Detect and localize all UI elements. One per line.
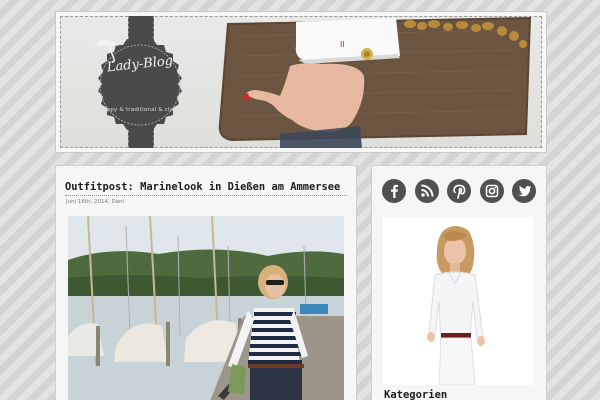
- post-meta: Juni 16th, 2014, Dani: [66, 199, 125, 205]
- logo-badge[interactable]: Lady-Blog preppy & traditional & classy: [90, 35, 190, 135]
- twitter-icon[interactable]: [512, 179, 536, 203]
- instagram-icon[interactable]: [480, 179, 504, 203]
- umbrella-icon: [92, 37, 120, 63]
- categories-heading: Kategorien: [384, 389, 448, 400]
- post-title-divider: [65, 195, 347, 196]
- profile-photo[interactable]: [383, 217, 533, 385]
- banner-image[interactable]: Il Lady-Blog preppy & traditional & clas…: [60, 16, 542, 148]
- rss-icon[interactable]: [415, 179, 439, 203]
- post-title[interactable]: Outfitpost: Marinelook in Dießen am Amme…: [65, 181, 350, 193]
- post-card: Outfitpost: Marinelook in Dießen am Amme…: [56, 166, 356, 400]
- sidebar: Kategorien: [372, 166, 546, 400]
- post-photo[interactable]: [68, 216, 344, 400]
- logo-tagline: preppy & traditional & classy: [97, 107, 183, 113]
- facebook-icon[interactable]: [382, 179, 406, 203]
- pinterest-icon[interactable]: [447, 179, 471, 203]
- header-banner: Il Lady-Blog preppy & traditional & clas…: [56, 12, 546, 152]
- svg-text:Il: Il: [340, 40, 345, 49]
